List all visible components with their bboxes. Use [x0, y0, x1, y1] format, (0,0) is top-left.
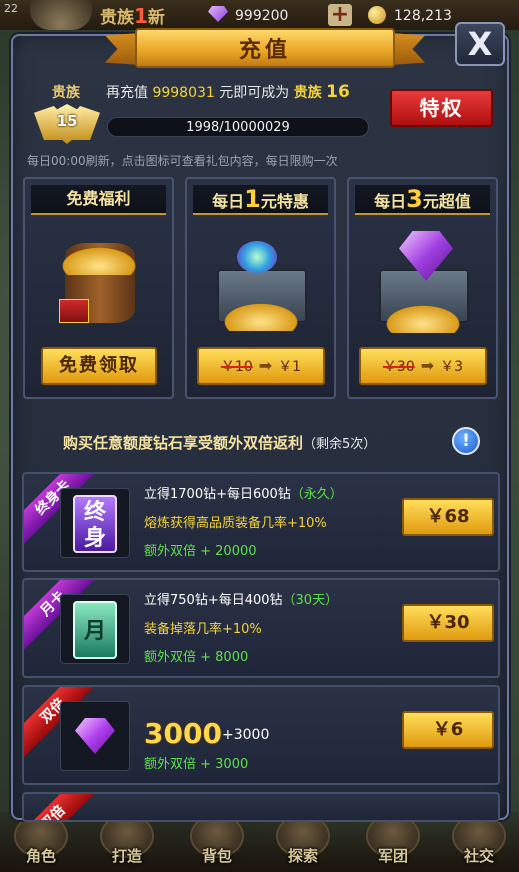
gem-amount: 3000	[144, 717, 222, 750]
product-reward: 立得750钻+每日400钻（30天）	[144, 589, 338, 608]
bonus-text: 购买任意额度钻石享受额外双倍返利	[63, 434, 304, 452]
product-reward: 立得1700钻+每日600钻（永久）	[144, 483, 343, 502]
vip-upgrade-message: 再充值 9998031 元即可成为 贵族 16	[106, 82, 350, 102]
product-bonus: 额外双倍 + 20000	[144, 544, 257, 559]
nav-bag[interactable]: 背包	[182, 845, 252, 866]
gem-bonus-amount: +3000	[222, 727, 270, 743]
gift-header: 免费福利	[31, 185, 166, 215]
new-price: ￥3	[440, 359, 464, 375]
privilege-button[interactable]: 特权	[390, 89, 493, 127]
new-price: ￥1	[278, 359, 302, 375]
add-gems-button[interactable]: +	[328, 4, 352, 26]
product-lifetime-card[interactable]: 终身卡 终身 立得1700钻+每日600钻（永久） 熔炼获得高品质装备几率+10…	[22, 472, 500, 572]
gift-card-daily-3[interactable]: 每日3元超值 ￥30 ➡ ￥3	[347, 177, 498, 399]
gift-title-num: 1	[244, 185, 261, 213]
reward-duration: （永久）	[290, 487, 343, 502]
gold-pile-icon	[57, 245, 141, 275]
gift-header: 每日1元特惠	[193, 185, 328, 215]
nav-legion[interactable]: 军团	[358, 845, 428, 866]
gift-header: 每日3元超值	[355, 185, 490, 215]
barrel-treasure-icon[interactable]	[45, 223, 153, 333]
gift-title: 每日3元超值	[374, 185, 471, 213]
arrow-right-icon: ➡	[420, 356, 435, 375]
gold-pile-icon	[381, 303, 465, 333]
close-button[interactable]: X	[455, 22, 505, 66]
month-card-art: 月	[73, 601, 117, 659]
lifetime-card-art: 终身	[73, 495, 117, 553]
vip-target-level: 16	[326, 82, 350, 102]
rainbow-gem-icon	[237, 241, 277, 273]
arrow-right-icon: ➡	[258, 356, 273, 375]
gem-count: 999200	[235, 8, 289, 24]
title-ribbon: 充值	[105, 24, 425, 70]
product-gems-3000[interactable]: 双倍 3000 +3000 额外双倍 + 3000 ￥6	[22, 685, 500, 785]
buy-lifetime-button[interactable]: ￥68	[402, 498, 494, 536]
free-claim-button[interactable]: 免费领取	[41, 347, 157, 385]
vip-progress-text: 1998/10000029	[186, 120, 290, 135]
nav-social[interactable]: 社交	[444, 845, 514, 866]
nav-role[interactable]: 角色	[6, 845, 76, 866]
modal-title: 充值	[238, 38, 291, 63]
vip-label: 贵族	[52, 85, 80, 101]
gold-pile-icon	[219, 301, 303, 331]
buy-month-button[interactable]: ￥30	[402, 604, 494, 642]
double-bonus-banner: 购买任意额度钻石享受额外双倍返利（剩余5次）	[63, 432, 376, 453]
gift-card-free[interactable]: 免费福利 免费领取	[23, 177, 174, 399]
nav-forge[interactable]: 打造	[92, 845, 162, 866]
lifetime-card-icon: 终身	[60, 488, 130, 558]
vip-level: 15	[56, 112, 78, 130]
product-bonus: 额外双倍 + 8000	[144, 650, 249, 665]
gem-chest-icon[interactable]	[207, 223, 315, 333]
gift-title-pre: 每日	[212, 192, 245, 211]
refresh-note: 每日00:00刷新，点击图标可查看礼包内容，每日限购一次	[27, 154, 338, 168]
vip-progress-bar: 1998/10000029	[107, 117, 369, 137]
player-avatar[interactable]	[30, 0, 92, 30]
buy-gems-3000-button[interactable]: ￥6	[402, 711, 494, 749]
nav-explore[interactable]: 探索	[268, 845, 338, 866]
gift-title-pre: 每日	[374, 192, 407, 211]
vip-target-label: 贵族	[293, 85, 322, 101]
product-month-card[interactable]: 月卡 月 立得750钻+每日400钻（30天） 装备掉落几率+10% 额外双倍 …	[22, 578, 500, 678]
product-next-partial[interactable]: 双倍	[22, 792, 500, 822]
gift-title-post: 元超值	[422, 192, 471, 211]
gift-title-num: 3	[406, 185, 423, 213]
reward-duration: （30天）	[282, 593, 339, 608]
old-price: ￥30	[382, 359, 415, 375]
buy-daily-1-button[interactable]: ￥10 ➡ ￥1	[197, 347, 325, 385]
purple-gem-icon	[75, 718, 115, 754]
vip-badge: 15	[34, 100, 100, 146]
old-price: ￥10	[220, 359, 253, 375]
gift-title: 每日1元特惠	[212, 185, 309, 213]
gift-card-daily-1[interactable]: 每日1元特惠 ￥10 ➡ ￥1	[185, 177, 336, 399]
double-tag: 双倍	[24, 794, 101, 820]
fps-counter: 22	[4, 2, 18, 15]
diamond-chest-icon[interactable]	[369, 223, 477, 333]
product-bonus: 额外双倍 + 3000	[144, 757, 249, 772]
gem-pack-icon	[60, 701, 130, 771]
product-perk: 熔炼获得高品质装备几率+10%	[144, 516, 327, 531]
month-card-icon: 月	[60, 594, 130, 664]
reward-text: 立得750钻+每日400钻	[144, 593, 283, 608]
vip-msg-prefix: 再充值	[106, 85, 148, 101]
gift-title-post: 元特惠	[260, 192, 309, 211]
vip-msg-mid: 元即可成为	[219, 85, 290, 101]
reward-text: 立得1700钻+每日600钻	[144, 487, 291, 502]
coin-count: 128,213	[394, 8, 452, 24]
vip-required-amount: 9998031	[152, 85, 215, 101]
coin-icon	[368, 6, 386, 24]
gem-icon	[208, 6, 228, 22]
info-icon[interactable]: !	[452, 427, 480, 455]
bonus-remaining: （剩余5次）	[303, 437, 377, 452]
buy-daily-3-button[interactable]: ￥30 ➡ ￥3	[359, 347, 487, 385]
small-chest-icon	[59, 299, 89, 323]
product-perk: 装备掉落几率+10%	[144, 622, 262, 637]
gift-title: 免费福利	[66, 189, 131, 208]
